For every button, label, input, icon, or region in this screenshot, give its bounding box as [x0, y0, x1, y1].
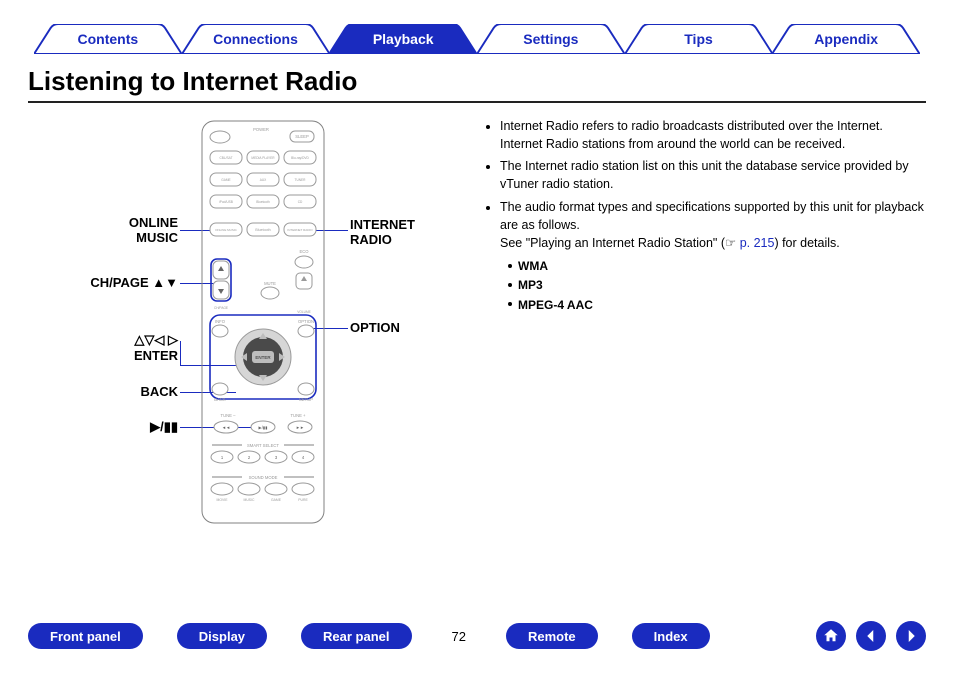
tab-appendix[interactable]: Appendix	[772, 24, 920, 54]
svg-text:CH/PAGE: CH/PAGE	[214, 306, 228, 310]
page-number: 72	[446, 629, 472, 644]
footer-button-front-panel[interactable]: Front panel	[28, 623, 143, 649]
footer-button-display[interactable]: Display	[177, 623, 267, 649]
prev-icon[interactable]	[856, 621, 886, 651]
callout-internet-radio: INTERNET RADIO	[350, 217, 470, 247]
tab-connections[interactable]: Connections	[182, 24, 330, 54]
remote-label-power: POWER	[253, 127, 269, 132]
home-icon[interactable]	[816, 621, 846, 651]
svg-text:GAME: GAME	[221, 178, 230, 182]
svg-text:MEDIA PLAYER: MEDIA PLAYER	[251, 156, 275, 160]
svg-text:PURE: PURE	[298, 498, 308, 502]
callout-chpage: CH/PAGE ▲▼	[28, 275, 178, 290]
svg-text:BACK: BACK	[214, 397, 226, 402]
svg-text:Bluetooth: Bluetooth	[255, 228, 270, 232]
footer-button-index[interactable]: Index	[632, 623, 710, 649]
body-text: Internet Radio refers to radio broadcast…	[486, 117, 926, 547]
svg-text:SMART SELECT: SMART SELECT	[247, 443, 279, 448]
svg-text:▶/▮▮: ▶/▮▮	[259, 425, 268, 430]
svg-text:VOLUME: VOLUME	[297, 310, 310, 314]
body-bullet-3: The audio format types and specification…	[500, 198, 926, 252]
svg-text:SLEEP: SLEEP	[295, 134, 309, 139]
remote-control-diagram: .s{fill:none;stroke:#808080;stroke-width…	[198, 117, 328, 527]
svg-text:CBL/SAT: CBL/SAT	[219, 156, 232, 160]
svg-text:◄◄: ◄◄	[222, 425, 230, 430]
svg-text:INFO: INFO	[215, 319, 226, 324]
format-mp3: MP3	[508, 277, 926, 294]
svg-text:TUNE +: TUNE +	[290, 413, 306, 418]
top-tabs: ContentsConnectionsPlaybackSettingsTipsA…	[28, 24, 926, 54]
page-ref-icon: ☞	[725, 236, 736, 250]
callout-playpause: ▶/▮▮	[28, 419, 178, 435]
tab-contents[interactable]: Contents	[34, 24, 182, 54]
svg-text:CD: CD	[298, 200, 303, 204]
svg-text:ONLINE MUSIC: ONLINE MUSIC	[215, 228, 238, 232]
svg-text:TUNE –: TUNE –	[221, 413, 237, 418]
svg-text:ECO: ECO	[299, 249, 309, 254]
svg-text:Bluetooth: Bluetooth	[256, 200, 270, 204]
format-mpeg-4-aac: MPEG-4 AAC	[508, 297, 926, 314]
svg-text:MOVIE: MOVIE	[217, 498, 229, 502]
callout-back: BACK	[28, 384, 178, 399]
svg-text:Blu-ray/DVD: Blu-ray/DVD	[291, 156, 309, 160]
page-title: Listening to Internet Radio	[28, 66, 926, 97]
footer-nav: Front panel Display Rear panel 72 Remote In…	[28, 621, 926, 651]
svg-text:MUTE: MUTE	[264, 281, 276, 286]
callout-option: OPTION	[350, 320, 470, 335]
body-bullet-2: The Internet radio station list on this …	[500, 157, 926, 193]
svg-text:iPod/USB: iPod/USB	[219, 200, 233, 204]
format-wma: WMA	[508, 258, 926, 275]
svg-text:ENTER: ENTER	[255, 355, 271, 360]
tab-tips[interactable]: Tips	[625, 24, 773, 54]
svg-text:►►: ►►	[296, 425, 304, 430]
remote-illustration-area: ONLINE MUSIC CH/PAGE ▲▼ △▽◁ ▷ ENTER BACK…	[28, 117, 468, 547]
next-icon[interactable]	[896, 621, 926, 651]
callout-cursor-enter: △▽◁ ▷ ENTER	[28, 332, 178, 363]
svg-text:SOUND MODE: SOUND MODE	[249, 475, 278, 480]
svg-text:MUSIC: MUSIC	[244, 498, 255, 502]
tab-settings[interactable]: Settings	[477, 24, 625, 54]
svg-text:INTERNET RADIO: INTERNET RADIO	[287, 228, 313, 232]
heading-rule	[28, 101, 926, 103]
svg-text:OPTION: OPTION	[298, 319, 314, 324]
svg-text:SETUP: SETUP	[299, 397, 313, 402]
body-bullet-1: Internet Radio refers to radio broadcast…	[500, 117, 926, 153]
svg-text:GAME: GAME	[271, 498, 282, 502]
svg-text:TUNER: TUNER	[295, 178, 307, 182]
footer-button-remote[interactable]: Remote	[506, 623, 598, 649]
footer-button-rear-panel[interactable]: Rear panel	[301, 623, 411, 649]
tab-playback[interactable]: Playback	[329, 24, 477, 54]
callout-online-music: ONLINE MUSIC	[28, 215, 178, 245]
svg-text:AUX: AUX	[260, 178, 267, 182]
link-page-215[interactable]: p. 215	[740, 236, 775, 250]
